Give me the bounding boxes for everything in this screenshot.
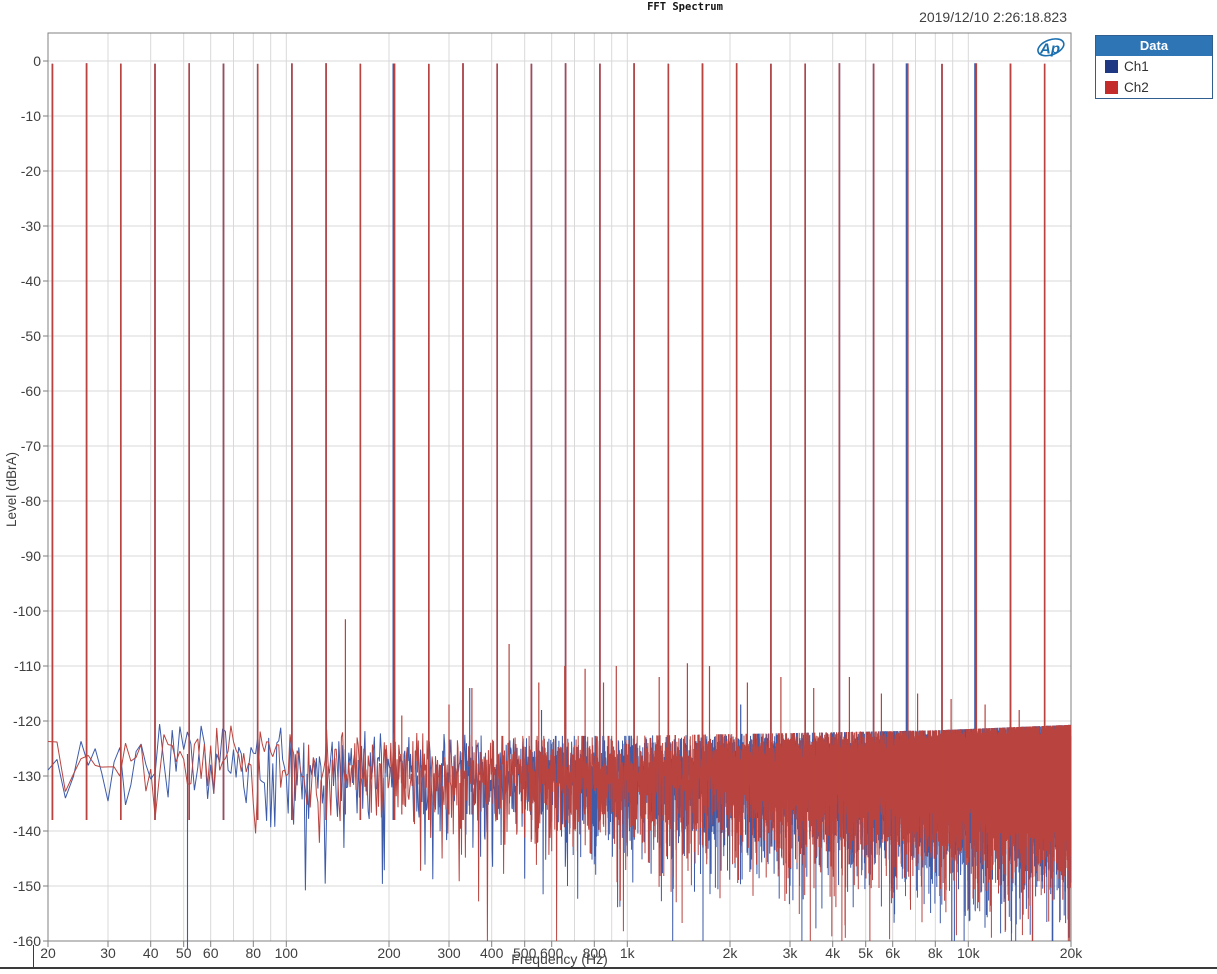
ch1-color-swatch [1105,60,1118,73]
legend-item-label: Ch2 [1124,80,1149,95]
svg-text:-70: -70 [21,438,41,454]
legend-panel[interactable]: Data Ch1 Ch2 [1095,35,1213,99]
svg-text:-130: -130 [13,768,41,784]
legend-title: Data [1096,36,1212,56]
svg-text:-160: -160 [13,933,41,949]
svg-text:-60: -60 [21,383,41,399]
fft-spectrum-plot[interactable]: 20 30 40 50 60 80 100 200 300 400 500 600 800 1k 2k 3k 4… [0,0,1217,974]
svg-text:-40: -40 [21,273,41,289]
window-bottom-border [0,967,1217,969]
app-window: FFT Spectrum 2019/12/10 2:26:18.823 20 30… [0,0,1217,974]
svg-text:0: 0 [33,53,41,69]
svg-text:-30: -30 [21,218,41,234]
pane-corner-border [33,945,34,967]
svg-text:-80: -80 [21,493,41,509]
svg-text:Ap: Ap [1039,41,1060,58]
svg-text:-90: -90 [21,548,41,564]
svg-text:-20: -20 [21,163,41,179]
legend-item-ch1[interactable]: Ch1 [1096,56,1212,77]
svg-text:-50: -50 [21,328,41,344]
svg-text:-110: -110 [14,658,41,674]
legend-item-label: Ch1 [1124,59,1149,74]
legend-item-ch2[interactable]: Ch2 [1096,77,1212,98]
svg-text:-100: -100 [13,603,41,619]
x-axis-title: Frequency (Hz) [511,951,608,967]
svg-text:-140: -140 [13,823,41,839]
ch2-color-swatch [1105,81,1118,94]
y-axis-title: Level (dBrA) [4,451,19,527]
svg-text:-10: -10 [21,108,41,124]
svg-text:-120: -120 [13,713,41,729]
svg-text:-150: -150 [13,878,41,894]
plot-area[interactable] [48,33,1071,941]
